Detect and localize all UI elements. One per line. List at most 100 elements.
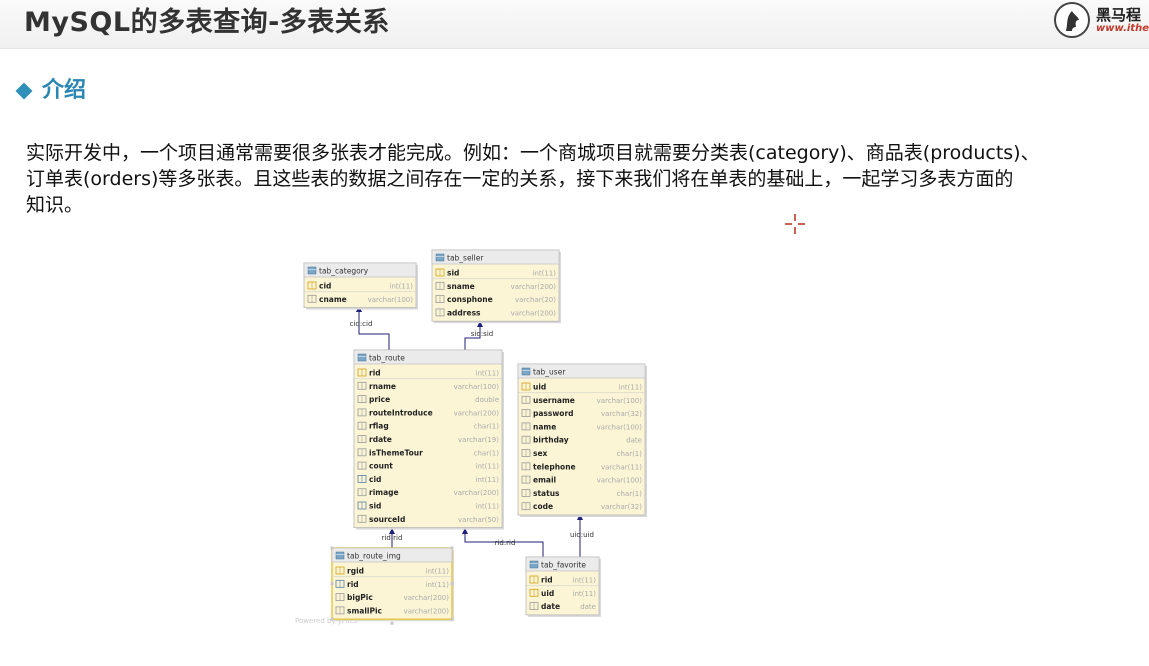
selection-handle[interactable] xyxy=(450,617,454,621)
column-type: varchar(200) xyxy=(404,594,450,602)
relation-link: cid:cid xyxy=(350,306,390,350)
selection-handle[interactable] xyxy=(390,621,394,625)
column-type: char(1) xyxy=(474,423,500,431)
column-name: consphone xyxy=(447,295,493,304)
column-name: rdate xyxy=(369,435,392,444)
column-name: sname xyxy=(447,282,475,291)
column-type: varchar(32) xyxy=(601,503,642,511)
column-name: cid xyxy=(369,475,381,484)
column-name: rflag xyxy=(369,422,389,431)
column-name: rid xyxy=(541,576,553,585)
column-name: rimage xyxy=(369,488,399,497)
column-type: varchar(19) xyxy=(458,436,499,444)
selection-handle[interactable] xyxy=(450,546,454,550)
column-type: varchar(200) xyxy=(404,607,450,615)
column-type: varchar(100) xyxy=(597,423,643,431)
relation-link: rid:rid xyxy=(462,528,544,557)
column-name: email xyxy=(533,476,556,485)
column-type: int(11) xyxy=(476,503,500,511)
column-type: varchar(11) xyxy=(601,463,642,471)
table-name: tab_user xyxy=(533,368,566,377)
column-type: varchar(200) xyxy=(511,283,557,291)
table-tab_category[interactable]: tab_categorycid int(11) cname varchar(100) xyxy=(303,262,418,310)
column-name: status xyxy=(533,489,560,498)
relation-label: rid:rid xyxy=(382,534,403,542)
column-type: varchar(50) xyxy=(458,516,499,524)
column-name: price xyxy=(369,395,390,404)
table-tab_seller[interactable]: tab_sellersid int(11) sname varchar(200) con… xyxy=(431,249,561,324)
column-name: uid xyxy=(541,589,554,598)
table-name: tab_category xyxy=(319,267,369,276)
column-type: int(11) xyxy=(426,568,450,576)
column-name: count xyxy=(369,462,393,471)
column-name: isThemeTour xyxy=(369,448,423,457)
table-icon xyxy=(335,551,345,560)
column-name: code xyxy=(533,502,553,511)
table-column-row: routeIntroduce varchar(200) xyxy=(357,408,499,417)
table-icon xyxy=(529,560,539,569)
column-type: varchar(100) xyxy=(368,296,414,304)
column-name: sex xyxy=(533,449,548,458)
table-tab_user[interactable]: tab_useruid int(11) username varchar(100) pa… xyxy=(517,363,647,517)
er-diagram: Powered by yFiles cid:cidsid:sidrid:ridr… xyxy=(295,249,647,625)
column-type: char(1) xyxy=(474,449,500,457)
column-name: telephone xyxy=(533,462,576,471)
column-name: password xyxy=(533,409,574,418)
column-type: int(11) xyxy=(426,581,450,589)
column-name: smallPic xyxy=(347,606,382,615)
selection-handle[interactable] xyxy=(330,582,334,586)
column-type: int(11) xyxy=(476,476,500,484)
table-icon xyxy=(307,266,317,275)
column-name: cid xyxy=(319,282,331,291)
column-name: sourceId xyxy=(369,515,405,524)
table-name: tab_seller xyxy=(447,254,484,263)
column-name: cname xyxy=(319,295,347,304)
column-type: varchar(200) xyxy=(454,489,500,497)
relation-label: sid:sid xyxy=(471,330,493,338)
column-type: char(1) xyxy=(617,490,643,498)
column-name: rgid xyxy=(347,567,364,576)
table-icon xyxy=(435,253,445,262)
table-name: tab_route xyxy=(369,354,405,363)
column-type: int(11) xyxy=(476,370,500,378)
column-name: address xyxy=(447,308,481,317)
column-type: varchar(100) xyxy=(597,397,643,405)
column-name: uid xyxy=(533,383,546,392)
selection-handle[interactable] xyxy=(330,546,334,550)
column-type: varchar(20) xyxy=(515,296,556,304)
column-type: double xyxy=(475,396,499,404)
column-type: varchar(100) xyxy=(597,477,643,485)
column-type: int(11) xyxy=(573,577,597,585)
column-type: int(11) xyxy=(533,270,557,278)
column-type: char(1) xyxy=(617,450,643,458)
relation-label: uid:uid xyxy=(570,531,594,539)
column-name: username xyxy=(533,396,575,405)
selection-handle[interactable] xyxy=(330,617,334,621)
table-tab_route[interactable]: tab_routerid int(11) rname varchar(100) pric… xyxy=(353,349,504,530)
column-type: int(11) xyxy=(619,384,643,392)
column-name: sid xyxy=(369,502,381,511)
table-icon xyxy=(357,353,367,362)
column-type: int(11) xyxy=(573,590,597,598)
column-name: name xyxy=(533,422,556,431)
relation-label: rid:rid xyxy=(495,539,516,547)
selection-handle[interactable] xyxy=(450,582,454,586)
column-name: rid xyxy=(347,580,359,589)
table-tab_favorite[interactable]: tab_favoriterid int(11) uid int(11) date date xyxy=(525,556,601,617)
column-type: date xyxy=(626,437,642,445)
column-name: birthday xyxy=(533,436,569,445)
column-type: varchar(100) xyxy=(454,383,500,391)
column-name: routeIntroduce xyxy=(369,408,433,417)
column-name: rname xyxy=(369,382,396,391)
relation-link: uid:uid xyxy=(570,514,594,557)
table-name: tab_favorite xyxy=(541,561,586,570)
relation-label: cid:cid xyxy=(350,320,373,328)
column-name: rid xyxy=(369,369,381,378)
table-name: tab_route_img xyxy=(347,552,401,561)
table-tab_route_img[interactable]: tab_route_imgrgid int(11) rid int(11) bigPic… xyxy=(330,546,455,625)
relation-link: sid:sid xyxy=(464,321,493,350)
column-type: int(11) xyxy=(390,283,414,291)
column-type: int(11) xyxy=(476,463,500,471)
column-name: bigPic xyxy=(347,593,373,602)
table-icon xyxy=(521,367,531,376)
